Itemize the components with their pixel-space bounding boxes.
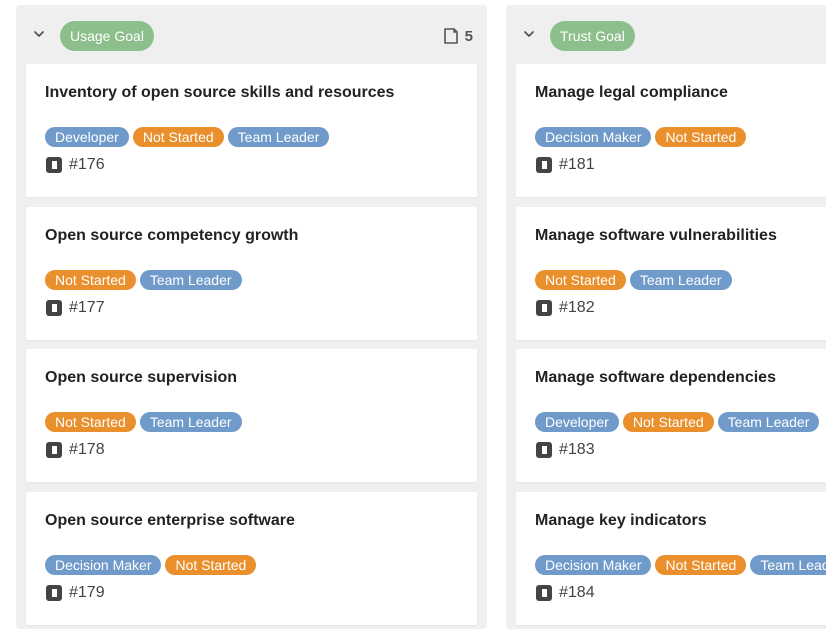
card-title: Manage legal compliance: [535, 84, 728, 101]
goal-badge: Trust Goal: [550, 21, 635, 51]
card-tags: Decision Maker Not Started: [535, 127, 747, 147]
card-id-icon: [536, 442, 552, 458]
tag-decision-maker: Decision Maker: [45, 555, 162, 575]
board-column-usage-goal: Usage Goal 5 Inventory of open source sk…: [16, 5, 487, 629]
card-id: #178: [45, 441, 105, 459]
tag-team-leader: Team Leader: [227, 127, 330, 147]
card-id-icon: [536, 300, 552, 316]
card-id-icon: [46, 300, 62, 316]
tag-not-started: Not Started: [165, 555, 257, 575]
card-tags: Decision Maker Not Started: [45, 555, 257, 575]
tag-team-leader: Team Leader: [629, 270, 732, 290]
card-id-value: #182: [559, 299, 595, 316]
tag-decision-maker: Decision Maker: [535, 555, 652, 575]
card-title: Open source enterprise software: [45, 512, 295, 529]
card[interactable]: Inventory of open source skills and reso…: [26, 64, 477, 197]
tag-not-started: Not Started: [622, 412, 714, 432]
card-id-value: #179: [69, 584, 105, 601]
card-tags: Decision Maker Not Started Team Leader: [535, 555, 826, 575]
card-id: #183: [535, 441, 595, 459]
tag-developer: Developer: [45, 127, 129, 147]
card-title: Manage software vulnerabilities: [535, 227, 777, 244]
card[interactable]: Manage legal compliance Decision Maker N…: [516, 64, 826, 197]
tag-decision-maker: Decision Maker: [535, 127, 652, 147]
card-id: #182: [535, 299, 595, 317]
card-tags: Not Started Team Leader: [45, 412, 242, 432]
card-id: #177: [45, 299, 105, 317]
card-id-value: #178: [69, 441, 105, 458]
card-tags: Developer Not Started Team Leader: [535, 412, 820, 432]
tag-team-leader: Team Leader: [139, 412, 242, 432]
card-id-value: #176: [69, 156, 105, 173]
card-id-value: #177: [69, 299, 105, 316]
card[interactable]: Open source competency growth Not Starte…: [26, 207, 477, 340]
card-id-value: #183: [559, 441, 595, 458]
card-id-value: #184: [559, 584, 595, 601]
tag-not-started: Not Started: [655, 127, 747, 147]
tag-not-started: Not Started: [535, 270, 626, 290]
card-id-icon: [536, 157, 552, 173]
card[interactable]: Manage key indicators Decision Maker Not…: [516, 492, 826, 625]
card[interactable]: Open source supervision Not Started Team…: [26, 349, 477, 482]
card-id: #181: [535, 156, 595, 174]
board-column-trust-goal: Trust Goal Manage legal compliance Decis…: [506, 5, 826, 629]
card-title: Manage software dependencies: [535, 369, 776, 386]
card-count-icon: [443, 28, 458, 44]
card-id-icon: [46, 442, 62, 458]
card[interactable]: Manage software vulnerabilities Not Star…: [516, 207, 826, 340]
card-count-value: 5: [464, 27, 473, 45]
card-count: 5: [443, 25, 473, 47]
tag-team-leader: Team Leader: [139, 270, 242, 290]
tag-not-started: Not Started: [655, 555, 747, 575]
goal-badge: Usage Goal: [60, 21, 154, 51]
card-tags: Not Started Team Leader: [45, 270, 242, 290]
card-id-icon: [536, 585, 552, 601]
card-id-icon: [46, 157, 62, 173]
column-header: Usage Goal 5: [16, 5, 487, 60]
chevron-down-icon[interactable]: [32, 27, 46, 41]
tag-not-started: Not Started: [132, 127, 224, 147]
card-tags: Not Started Team Leader: [535, 270, 732, 290]
chevron-down-icon[interactable]: [522, 27, 536, 41]
tag-team-leader: Team Leader: [717, 412, 820, 432]
card-id: #184: [535, 584, 595, 602]
card[interactable]: Open source enterprise software Decision…: [26, 492, 477, 625]
card-title: Inventory of open source skills and reso…: [45, 84, 395, 101]
tag-developer: Developer: [535, 412, 619, 432]
card-id: #176: [45, 156, 105, 174]
tag-team-leader: Team Leader: [750, 555, 826, 575]
card-id-value: #181: [559, 156, 595, 173]
card-title: Manage key indicators: [535, 512, 707, 529]
card-id-icon: [46, 585, 62, 601]
card-id: #179: [45, 584, 105, 602]
card-title: Open source competency growth: [45, 227, 299, 244]
card[interactable]: Manage software dependencies Developer N…: [516, 349, 826, 482]
column-header: Trust Goal: [506, 5, 826, 60]
card-tags: Developer Not Started Team Leader: [45, 127, 330, 147]
card-title: Open source supervision: [45, 369, 238, 386]
tag-not-started: Not Started: [45, 412, 136, 432]
tag-not-started: Not Started: [45, 270, 136, 290]
